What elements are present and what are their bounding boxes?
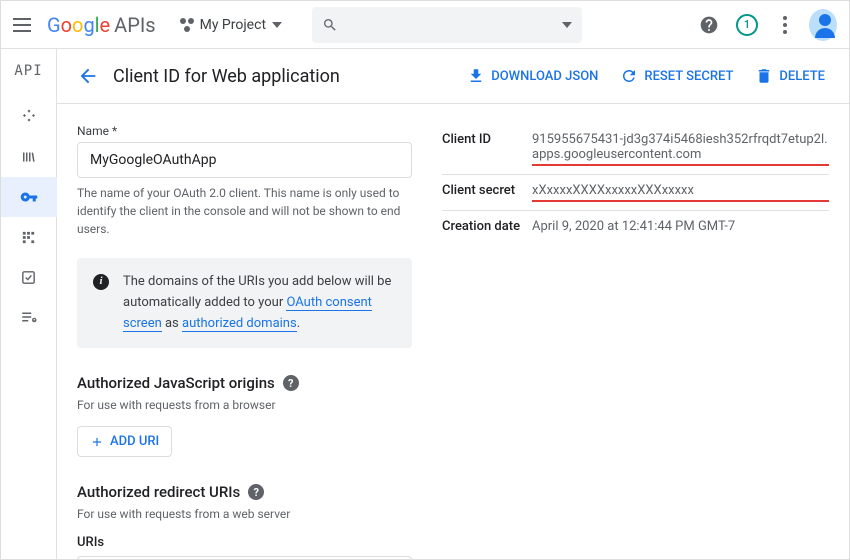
sidebar-item-consent[interactable] <box>1 217 57 257</box>
client-secret-value: xXxxxxXXXXxxxxxXXXxxxxx <box>532 183 829 202</box>
library-icon <box>20 148 38 166</box>
authorized-domains-link[interactable]: authorized domains <box>182 316 297 332</box>
js-origins-help-icon[interactable]: ? <box>283 375 299 391</box>
download-icon <box>467 67 485 85</box>
notification-badge: 1 <box>736 14 758 36</box>
menu-icon[interactable] <box>13 13 37 37</box>
js-origins-help: For use with requests from a browser <box>77 398 412 412</box>
settings-list-icon <box>20 308 38 326</box>
info-icon: i <box>93 274 109 290</box>
download-json-button[interactable]: DOWNLOAD JSON <box>463 61 602 91</box>
project-icon <box>180 18 194 32</box>
sidebar-item-library[interactable] <box>1 137 57 177</box>
sidebar-item-credentials[interactable] <box>1 177 57 217</box>
search-icon <box>322 17 338 33</box>
avatar-icon <box>809 9 837 41</box>
reset-secret-button[interactable]: RESET SECRET <box>616 61 737 91</box>
info-box: i The domains of the URIs you add below … <box>77 258 412 348</box>
project-name: My Project <box>200 17 266 33</box>
notification-button[interactable]: 1 <box>733 11 761 39</box>
arrow-back-icon <box>77 65 99 87</box>
delete-label: DELETE <box>779 69 825 84</box>
creation-date-row: Creation date April 9, 2020 at 12:41:44 … <box>442 210 829 242</box>
kebab-icon <box>783 16 787 34</box>
redirect-uri-input[interactable] <box>77 556 412 559</box>
download-label: DOWNLOAD JSON <box>491 69 598 84</box>
google-apis-logo[interactable]: Google APIs <box>47 13 156 37</box>
sidebar-item-settings[interactable] <box>1 297 57 337</box>
client-secret-label: Client secret <box>442 183 532 198</box>
creation-date-value: April 9, 2020 at 12:41:44 PM GMT-7 <box>532 219 829 234</box>
account-button[interactable] <box>809 11 837 39</box>
info-text: The domains of the URIs you add below wi… <box>123 272 396 334</box>
sidebar-item-dashboard[interactable] <box>1 97 57 137</box>
add-uri-label: ADD URI <box>110 434 159 449</box>
plus-icon <box>90 435 104 449</box>
search-input[interactable] <box>312 7 582 43</box>
refresh-icon <box>620 67 638 85</box>
back-button[interactable] <box>77 65 99 87</box>
name-input[interactable] <box>77 142 412 178</box>
page-title: Client ID for Web application <box>113 66 449 87</box>
key-icon <box>20 188 38 206</box>
client-secret-row: Client secret xXxxxxXXXXxxxxxXXXxxxxx <box>442 174 829 210</box>
sidebar-item-verification[interactable] <box>1 257 57 297</box>
top-bar: Google APIs My Project 1 <box>1 1 849 49</box>
uris-label: URIs <box>77 535 412 550</box>
creation-date-label: Creation date <box>442 219 532 234</box>
form-column: Name * The name of your OAuth 2.0 client… <box>77 124 412 559</box>
reset-label: RESET SECRET <box>644 69 733 84</box>
more-button[interactable] <box>771 11 799 39</box>
name-help-text: The name of your OAuth 2.0 client. This … <box>77 184 412 238</box>
search-dropdown-icon <box>562 22 572 28</box>
help-icon <box>699 15 719 35</box>
client-id-label: Client ID <box>442 132 532 147</box>
consent-icon <box>20 229 37 246</box>
client-id-row: Client ID 915955675431-jd3g374i5468iesh3… <box>442 124 829 174</box>
add-uri-button-origins[interactable]: ADD URI <box>77 426 172 457</box>
sidebar-logo[interactable]: API <box>14 49 42 97</box>
sidebar: API <box>1 49 57 559</box>
dashboard-icon <box>20 108 38 126</box>
name-label: Name * <box>77 124 412 138</box>
redirect-help-icon[interactable]: ? <box>248 484 264 500</box>
check-box-icon <box>20 269 37 286</box>
redirect-help: For use with requests from a web server <box>77 507 412 521</box>
trash-icon <box>755 67 773 85</box>
logo-suffix: APIs <box>114 13 155 37</box>
js-origins-title: Authorized JavaScript origins ? <box>77 374 412 392</box>
help-button[interactable] <box>695 11 723 39</box>
page-header: Client ID for Web application DOWNLOAD J… <box>57 49 849 104</box>
main-content: Client ID for Web application DOWNLOAD J… <box>57 49 849 559</box>
redirect-uris-title: Authorized redirect URIs ? <box>77 483 412 501</box>
delete-button[interactable]: DELETE <box>751 61 829 91</box>
details-column: Client ID 915955675431-jd3g374i5468iesh3… <box>442 124 829 559</box>
chevron-down-icon <box>272 22 282 28</box>
project-selector[interactable]: My Project <box>180 17 282 33</box>
client-id-value: 915955675431-jd3g374i5468iesh352rfrqdt7e… <box>532 132 829 166</box>
